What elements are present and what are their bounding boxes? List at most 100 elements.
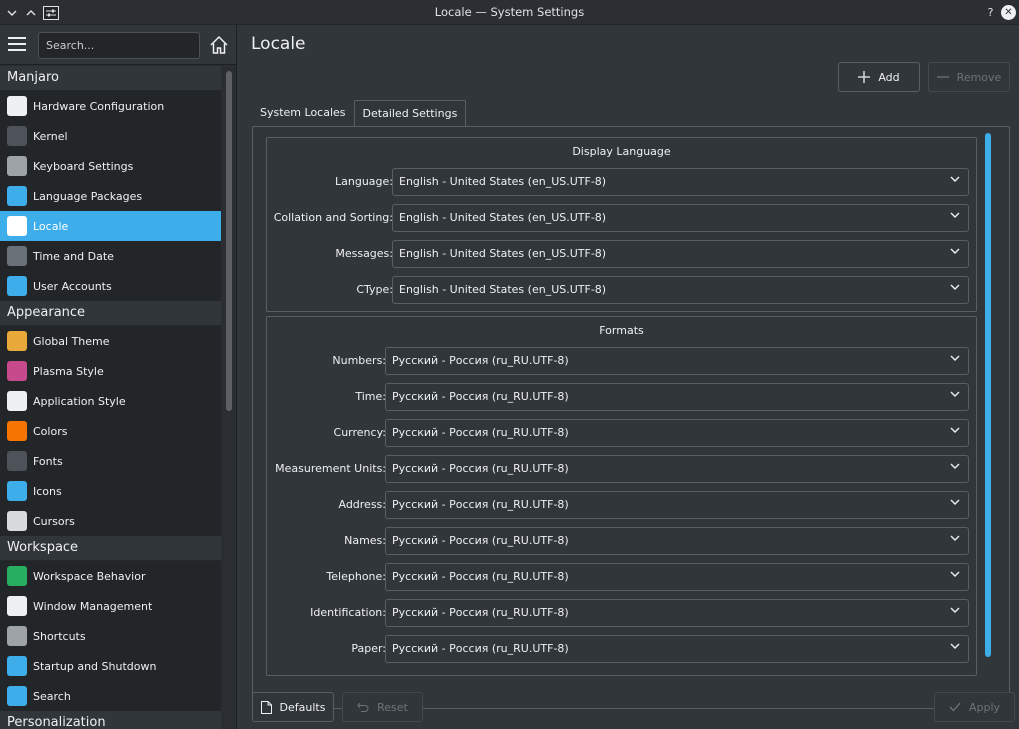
formats-group: Formats Numbers: Русский - Россия (ru_RU.…	[266, 316, 977, 676]
remove-label: Remove	[956, 70, 1002, 84]
sidebar-item-application-style[interactable]: Application Style	[0, 386, 221, 416]
locale-combobox[interactable]: English - United States (en_US.UTF-8)	[392, 276, 969, 304]
combobox-value: Русский - Россия (ru_RU.UTF-8)	[392, 642, 569, 655]
language-packages-icon	[7, 186, 27, 206]
window-management-icon	[7, 596, 27, 616]
locale-combobox[interactable]: Русский - Россия (ru_RU.UTF-8)	[385, 383, 969, 411]
sidebar-item-window-management[interactable]: Window Management	[0, 591, 221, 621]
sidebar-item-label: Plasma Style	[33, 364, 104, 378]
sidebar-item-search[interactable]: Search	[0, 681, 221, 711]
sidebar-item-shortcuts[interactable]: Shortcuts	[0, 621, 221, 651]
sidebar-item-kernel[interactable]: Kernel	[0, 121, 221, 151]
sidebar-item-keyboard-settings[interactable]: Keyboard Settings	[0, 151, 221, 181]
locale-combobox[interactable]: Русский - Россия (ru_RU.UTF-8)	[385, 419, 969, 447]
sidebar-item-label: Language Packages	[33, 189, 143, 203]
setting-row: Messages: English - United States (en_US.…	[267, 240, 978, 268]
setting-row: Address: Русский - Россия (ru_RU.UTF-8)	[267, 491, 978, 519]
locale-combobox[interactable]: Русский - Россия (ru_RU.UTF-8)	[385, 635, 969, 663]
sidebar-item-user-accounts[interactable]: User Accounts	[0, 271, 221, 301]
search-input[interactable]	[38, 32, 200, 59]
locale-combobox[interactable]: Русский - Россия (ru_RU.UTF-8)	[385, 347, 969, 375]
chevron-down-icon	[950, 643, 960, 649]
checkmark-icon	[949, 702, 961, 712]
sidebar-list: Manjaro Hardware Configuration Kernel Keybo…	[0, 66, 221, 729]
apply-button[interactable]: Apply	[934, 692, 1015, 722]
tab-bar: System Locales Detailed Settings	[252, 100, 467, 127]
close-icon[interactable]: ✕	[1001, 5, 1016, 20]
display-language-title: Display Language	[572, 145, 671, 158]
setting-row: Time: Русский - Россия (ru_RU.UTF-8)	[267, 383, 978, 411]
undo-icon	[357, 702, 369, 712]
locale-combobox[interactable]: Русский - Россия (ru_RU.UTF-8)	[385, 563, 969, 591]
locale-combobox[interactable]: Русский - Россия (ru_RU.UTF-8)	[385, 527, 969, 555]
defaults-button[interactable]: Defaults	[252, 692, 334, 722]
chevron-down-icon	[950, 284, 960, 290]
sidebar-item-colors[interactable]: Colors	[0, 416, 221, 446]
locale-combobox[interactable]: Русский - Россия (ru_RU.UTF-8)	[385, 599, 969, 627]
add-button[interactable]: Add	[838, 62, 920, 92]
setting-label: CType:	[356, 283, 393, 296]
locale-combobox[interactable]: English - United States (en_US.UTF-8)	[392, 204, 969, 232]
setting-row: Paper: Русский - Россия (ru_RU.UTF-8)	[267, 635, 978, 663]
chevron-down-icon	[950, 212, 960, 218]
setting-row: Names: Русский - Россия (ru_RU.UTF-8)	[267, 527, 978, 555]
locale-combobox[interactable]: English - United States (en_US.UTF-8)	[392, 240, 969, 268]
locale-combobox[interactable]: Русский - Россия (ru_RU.UTF-8)	[385, 491, 969, 519]
sidebar-item-label: Window Management	[33, 599, 153, 613]
sidebar-item-label: Hardware Configuration	[33, 99, 165, 113]
sidebar-item-fonts[interactable]: Fonts	[0, 446, 221, 476]
locale-combobox[interactable]: English - United States (en_US.UTF-8)	[392, 168, 969, 196]
sidebar-section-header: Appearance	[0, 301, 221, 326]
defaults-label: Defaults	[279, 700, 326, 714]
remove-button[interactable]: Remove	[928, 62, 1010, 92]
application-style-icon	[7, 391, 27, 411]
combobox-value: Русский - Россия (ru_RU.UTF-8)	[392, 534, 569, 547]
chevron-down-icon	[950, 391, 960, 397]
sidebar-item-startup-and-shutdown[interactable]: Startup and Shutdown	[0, 651, 221, 681]
setting-row: Telephone: Русский - Россия (ru_RU.UTF-8)	[267, 563, 978, 591]
locale-combobox[interactable]: Русский - Россия (ru_RU.UTF-8)	[385, 455, 969, 483]
icons-icon	[7, 481, 27, 501]
setting-row: Language: English - United States (en_US.…	[267, 168, 978, 196]
combobox-value: Русский - Россия (ru_RU.UTF-8)	[392, 498, 569, 511]
sidebar-item-plasma-style[interactable]: Plasma Style	[0, 356, 221, 386]
sidebar-item-label: Locale	[33, 219, 69, 233]
minus-icon	[936, 76, 949, 78]
sidebar-item-label: Shortcuts	[33, 629, 86, 643]
add-label: Add	[878, 70, 900, 84]
reset-label: Reset	[377, 700, 408, 714]
combobox-value: English - United States (en_US.UTF-8)	[399, 283, 607, 296]
document-icon	[260, 700, 272, 714]
sidebar-item-time-and-date[interactable]: Time and Date	[0, 241, 221, 271]
chevron-down-icon	[950, 355, 960, 361]
sidebar-item-label: User Accounts	[33, 279, 112, 293]
setting-row: Collation and Sorting: English - United S…	[267, 204, 978, 232]
sidebar-item-language-packages[interactable]: Language Packages	[0, 181, 221, 211]
sidebar-item-label: Global Theme	[33, 334, 110, 348]
tab-detailed-settings[interactable]: Detailed Settings	[353, 100, 467, 127]
tab-system-locales[interactable]: System Locales	[252, 100, 354, 127]
panel-scrollbar[interactable]	[985, 133, 991, 657]
chevron-down-icon	[950, 607, 960, 613]
home-icon[interactable]	[208, 34, 230, 56]
sidebar-item-label: Fonts	[33, 454, 63, 468]
sidebar-item-icons[interactable]: Icons	[0, 476, 221, 506]
hamburger-menu-icon[interactable]	[8, 37, 26, 53]
locale-icon	[7, 216, 27, 236]
setting-label: Address:	[338, 498, 386, 511]
setting-row: Numbers: Русский - Россия (ru_RU.UTF-8)	[267, 347, 978, 375]
sidebar-item-label: Search	[33, 689, 71, 703]
combobox-value: Русский - Россия (ru_RU.UTF-8)	[392, 606, 569, 619]
apply-label: Apply	[968, 700, 1001, 714]
chevron-down-icon	[950, 463, 960, 469]
sidebar-item-hardware-configuration[interactable]: Hardware Configuration	[0, 91, 221, 121]
help-icon[interactable]: ?	[982, 4, 999, 21]
sidebar-item-workspace-behavior[interactable]: Workspace Behavior	[0, 561, 221, 591]
sidebar-item-locale[interactable]: Locale	[0, 211, 221, 241]
reset-button[interactable]: Reset	[342, 692, 423, 722]
sidebar-scrollbar[interactable]	[226, 71, 232, 411]
display-language-group: Display Language Language: English - Unit…	[266, 137, 977, 312]
chevron-down-icon	[950, 499, 960, 505]
sidebar-item-global-theme[interactable]: Global Theme	[0, 326, 221, 356]
sidebar-item-cursors[interactable]: Cursors	[0, 506, 221, 536]
